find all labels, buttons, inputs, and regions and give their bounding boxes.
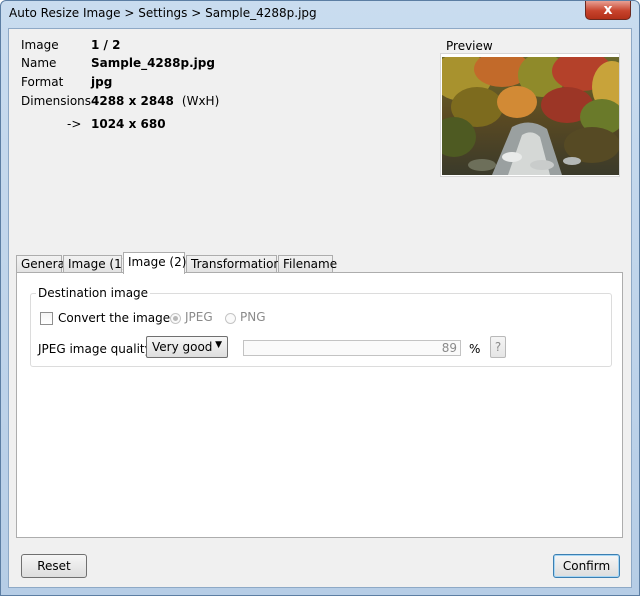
close-button[interactable]: x — [585, 1, 631, 20]
title-bar[interactable]: Auto Resize Image > Settings > Sample_42… — [1, 1, 639, 27]
percent-label: % — [469, 342, 481, 356]
help-button[interactable]: ? — [490, 336, 506, 358]
tab-transformations[interactable]: Transformations — [186, 255, 287, 273]
dimensions-label: Dimensions — [21, 94, 92, 108]
preview-image — [442, 57, 619, 175]
tab-transformations-label: Transformations — [191, 257, 288, 271]
image-index-value: 1 / 2 — [91, 38, 121, 52]
jpeg-quality-value: 89 — [441, 341, 457, 355]
jpeg-radio-label[interactable]: JPEG — [185, 310, 213, 324]
resized-dimensions-value: 1024 x 680 — [91, 117, 166, 131]
format-value: jpg — [91, 75, 113, 89]
format-label: Format — [21, 75, 64, 89]
png-radio[interactable] — [225, 313, 236, 324]
settings-tabs: General Image (1) Image (2) Transformati… — [16, 252, 616, 274]
close-icon: x — [603, 2, 613, 18]
preview-label: Preview — [446, 39, 493, 53]
image-index-label: Image — [21, 38, 59, 52]
tab-general[interactable]: General — [16, 255, 68, 273]
png-radio-label[interactable]: PNG — [240, 310, 266, 324]
convert-image-label[interactable]: Convert the image — [58, 311, 170, 325]
tab-image-1-label: Image (1) — [68, 257, 127, 271]
jpeg-quality-label: JPEG image quality — [38, 342, 152, 356]
name-value: Sample_4288p.jpg — [91, 56, 215, 70]
confirm-button[interactable]: Confirm — [553, 554, 620, 578]
tab-image-1[interactable]: Image (1) — [63, 255, 126, 273]
confirm-button-label: Confirm — [562, 559, 611, 573]
dimensions-size: 4288 x 2848 — [91, 94, 174, 108]
tab-filename[interactable]: Filename — [278, 255, 337, 273]
tab-image-2-label: Image (2) — [128, 255, 187, 269]
tab-filename-label: Filename — [283, 257, 338, 271]
reset-button[interactable]: Reset — [21, 554, 87, 578]
help-icon: ? — [494, 340, 502, 354]
destination-image-title: Destination image — [36, 286, 151, 300]
dimensions-unit: (WxH) — [181, 94, 220, 108]
reset-button-label: Reset — [37, 559, 71, 573]
destination-image-group: Destination image Convert the image JPEG… — [30, 286, 612, 367]
dimensions-value: 4288 x 2848 (WxH) — [91, 94, 219, 108]
resize-arrow: -> — [67, 117, 82, 131]
jpeg-radio[interactable] — [170, 313, 181, 324]
image-info: Image 1 / 2 Name Sample_4288p.jpg Format… — [9, 29, 429, 139]
chevron-down-icon: ▼ — [215, 340, 222, 350]
tab-panel-image-2: Destination image Convert the image JPEG… — [16, 272, 623, 538]
settings-window: Auto Resize Image > Settings > Sample_42… — [0, 0, 640, 596]
preview-frame — [440, 53, 620, 177]
window-title: Auto Resize Image > Settings > Sample_42… — [9, 6, 317, 20]
jpeg-quality-select-value: Very good — [152, 340, 213, 354]
jpeg-quality-slider[interactable]: 89 — [243, 340, 461, 356]
tab-image-2[interactable]: Image (2) — [123, 252, 187, 274]
convert-image-checkbox[interactable] — [40, 312, 53, 325]
dialog-client-area: Image 1 / 2 Name Sample_4288p.jpg Format… — [8, 28, 632, 588]
jpeg-quality-select[interactable]: Very good ▼ — [146, 336, 228, 358]
name-label: Name — [21, 56, 57, 70]
tab-general-label: General — [21, 257, 69, 271]
